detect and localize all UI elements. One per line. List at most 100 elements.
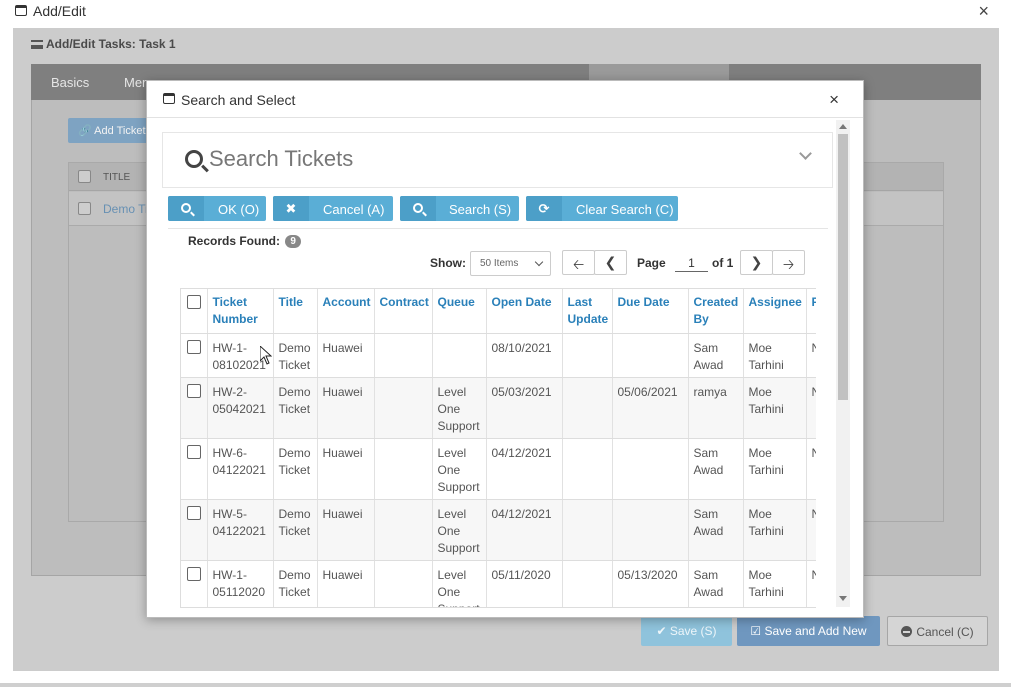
search-select-modal: Search and Select × Search Tickets OK (O… [146,80,864,618]
cell-ticket-number: HW-2-05042021 [207,377,274,439]
column-header-title[interactable]: Title [273,289,318,334]
records-found: Records Found: 9 [188,234,301,248]
cell-contract [374,333,433,378]
search-button[interactable]: Search (S) [400,196,519,221]
cancel-button[interactable]: Cancel (C) [887,616,988,646]
scroll-up-icon[interactable] [839,124,847,129]
column-header-created-by[interactable]: Created By [688,289,744,334]
cancel-a-button[interactable]: ✖ Cancel (A) [273,196,393,221]
refresh-icon: ⟳ [526,196,562,221]
outer-close-icon[interactable]: × [978,1,989,22]
search-tickets-title: Search Tickets [209,146,354,171]
background-row-checkbox[interactable] [78,202,91,215]
minus-circle-icon [901,626,913,637]
prev-page-button[interactable]: ❮ [594,250,627,275]
last-page-button[interactable]: 🡢 [772,250,805,275]
row-select-cell [181,499,208,561]
modal-close-icon[interactable]: × [829,90,839,110]
cell-queue: Level One Support [432,499,487,561]
scroll-thumb[interactable] [838,134,848,400]
arrow-left-icon: 🡠 [572,256,585,272]
column-header-ticket-number[interactable]: Ticket Number [207,289,274,334]
cell-title: Demo Ticket [273,438,318,500]
column-header-queue[interactable]: Queue [432,289,487,334]
page-size-select[interactable]: 50 Items [470,251,551,276]
search-tickets-panel[interactable]: Search Tickets [162,132,833,188]
first-page-button[interactable]: 🡠 [562,250,595,275]
row-checkbox[interactable] [187,567,201,581]
column-header-open-date[interactable]: Open Date [486,289,563,334]
cell-queue: Level One Support [432,438,487,500]
arrow-right-icon: 🡢 [782,256,795,272]
tickets-table: Ticket Number Title Account Contract Que… [180,288,816,608]
show-label: Show: [430,256,466,270]
cell-contract [374,377,433,439]
table-row[interactable]: HW-1-05112020 Demo Ticket Huawei Level O… [181,560,816,607]
records-count-badge: 9 [285,235,301,248]
column-header-last-update[interactable]: Last Update [562,289,613,334]
save-label: Save (S) [669,624,717,638]
cell-assignee: Moe Tarhini [743,560,807,607]
row-checkbox[interactable] [187,384,201,398]
column-header-account[interactable]: Account [317,289,375,334]
cell-created-by: Sam Awad [688,560,744,607]
row-checkbox[interactable] [187,445,201,459]
list-icon [31,40,43,49]
page-of-label: of 1 [712,256,734,270]
table-row[interactable]: HW-6-04122021 Demo Ticket Huawei Level O… [181,438,816,500]
column-header-priority[interactable]: P [806,289,816,334]
cell-created-by: Sam Awad [688,499,744,561]
cell-queue: Level One Support [432,377,487,439]
column-header-due-date[interactable]: Due Date [612,289,689,334]
cell-contract [374,560,433,607]
cell-open-date: 04/12/2021 [486,438,563,500]
cell-due-date [612,438,689,500]
save-button[interactable]: ✔ Save (S) [641,616,732,646]
row-select-cell [181,560,208,607]
cell-priority: N [806,438,816,500]
cell-account: Huawei [317,377,375,439]
add-ticket-label: Add Ticket [94,125,146,137]
cell-assignee: Moe Tarhini [743,333,807,378]
search-icon [185,150,203,168]
background-header-checkbox[interactable] [78,170,91,183]
next-page-button[interactable]: ❯ [740,250,773,275]
clear-search-button[interactable]: ⟳ Clear Search (C) [526,196,678,221]
page-label: Page [637,256,666,270]
cell-assignee: Moe Tarhini [743,438,807,500]
column-header-assignee[interactable]: Assignee [743,289,807,334]
cancel-label: Cancel (C) [916,625,974,639]
task-header-label: Add/Edit Tasks: Task 1 [46,37,176,51]
table-row[interactable]: HW-2-05042021 Demo Ticket Huawei Level O… [181,377,816,439]
add-ticket-button[interactable]: 🔗 Add Ticket [68,118,154,143]
cell-priority: N [806,333,816,378]
row-select-cell [181,333,208,378]
select-all-checkbox[interactable] [187,295,201,309]
background-row-title[interactable]: Demo Ti [103,202,148,216]
cell-last-update [562,377,613,439]
cell-open-date: 05/03/2021 [486,377,563,439]
page-size-value: 50 Items [480,258,519,269]
cell-ticket-number: HW-6-04122021 [207,438,274,500]
row-checkbox[interactable] [187,340,201,354]
cell-last-update [562,560,613,607]
page-number-input[interactable] [675,254,708,272]
cancel-a-label: Cancel (A) [323,202,385,217]
chevron-down-icon[interactable] [799,147,812,160]
table-row[interactable]: HW-5-04122021 Demo Ticket Huawei Level O… [181,499,816,561]
cell-ticket-number: HW-5-04122021 [207,499,274,561]
cell-due-date [612,333,689,378]
table-header-row: Ticket Number Title Account Contract Que… [181,289,816,334]
scroll-down-icon[interactable] [839,596,847,601]
close-icon: ✖ [273,196,309,221]
save-and-add-button[interactable]: ☑ Save and Add New [737,616,880,646]
column-header-contract[interactable]: Contract [374,289,433,334]
row-checkbox[interactable] [187,506,201,520]
ok-button[interactable]: OK (O) [168,196,266,221]
modal-scrollbar[interactable] [836,120,850,607]
tab-basics[interactable]: Basics [51,75,89,90]
cell-account: Huawei [317,333,375,378]
save-add-label: Save and Add New [764,624,867,638]
chevron-down-icon [534,257,544,267]
table-row[interactable]: HW-1-08102021 Demo Ticket Huawei 08/10/2… [181,333,816,378]
